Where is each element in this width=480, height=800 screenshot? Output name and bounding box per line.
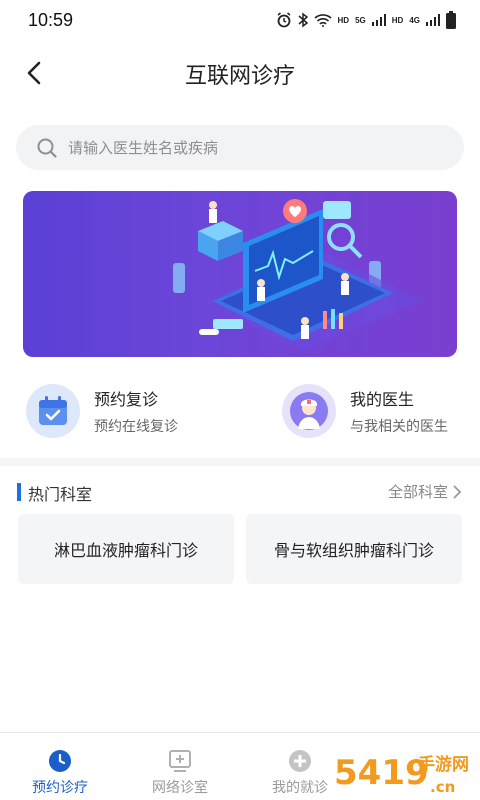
wifi-icon [313,14,332,27]
search-icon [37,138,57,158]
department-card[interactable]: 骨与软组织肿瘤科门诊 [246,514,462,584]
page-title: 互联网诊疗 [184,64,295,89]
medical-cross-icon [289,750,311,772]
tab-appointment[interactable]: 预约诊疗 [0,733,120,800]
signal-icon [426,14,440,26]
network-label: HD [391,15,404,25]
search-bar[interactable] [16,125,464,170]
entry-title: 预约复诊 [94,390,159,409]
battery-icon [446,11,456,29]
status-bar: 10:59 HD 5G HD 4G [0,0,480,40]
bluetooth-icon [298,12,308,28]
entry-subtitle: 与我相关的医生 [350,419,448,435]
more-label: 全部科室 [387,483,448,501]
my-doctor-entry[interactable]: 我的医生 与我相关的医生 [282,380,448,442]
clock-icon [49,750,71,772]
network-label: HD [337,15,350,25]
section-divider [0,458,480,466]
watermark-text: 手游网 [418,754,469,775]
header: 互联网诊疗 [0,44,480,104]
entry-title: 我的医生 [350,390,415,409]
status-time: 10:59 [28,9,74,30]
signal-icon [371,14,386,26]
section-accent-bar [17,483,21,501]
entry-text: 预约复诊 预约在线复诊 [94,386,178,436]
tab-label: 预约诊疗 [32,780,88,796]
all-departments-link[interactable]: 全部科室 [388,481,462,502]
network-label: 5G [355,15,366,25]
alarm-icon [277,12,291,28]
department-card[interactable]: 淋巴血液肿瘤科门诊 [18,514,234,584]
tab-label: 网络诊室 [152,780,208,796]
tab-online-clinic[interactable]: 网络诊室 [120,733,240,800]
entry-subtitle: 预约在线复诊 [94,419,178,435]
appointment-revisit-entry[interactable]: 预约复诊 预约在线复诊 [26,380,178,442]
banner-image[interactable] [23,191,457,357]
entry-text: 我的医生 与我相关的医生 [350,386,448,436]
status-icons: HD 5G HD 4G [276,11,456,29]
tab-label: 我的就诊 [272,780,328,796]
network-label: 4G [409,15,420,25]
watermark-domain: .cn [430,778,455,796]
calendar-check-icon [26,384,80,438]
quick-entries: 预约复诊 预约在线复诊 我的医生 与我相关的医生 [0,380,480,442]
doctor-avatar-icon [282,384,336,438]
section-title: 热门科室 [28,485,93,504]
monitor-plus-icon [169,750,191,772]
site-watermark: 5419 手游网 .cn [330,738,480,800]
medical-illustration [173,199,423,351]
departments-header: 热门科室 全部科室 [0,478,480,506]
search-input[interactable] [68,138,428,157]
watermark-number: 5419 [334,753,429,793]
chevron-right-icon [453,484,462,499]
